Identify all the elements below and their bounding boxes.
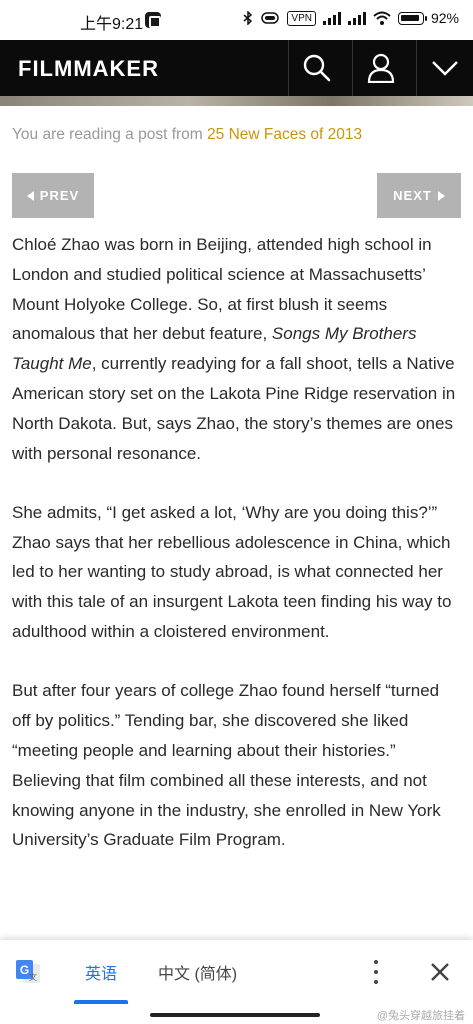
next-label: NEXT <box>393 188 432 203</box>
tab-target-language[interactable]: 中文 (简体) <box>158 940 237 1004</box>
next-button[interactable]: NEXT <box>377 173 461 218</box>
vibrate-icon <box>261 12 280 24</box>
site-logo[interactable]: FILMMAKER <box>18 56 159 82</box>
vpn-badge: VPN <box>287 10 316 26</box>
paragraph: She admits, “I get asked a lot, ‘Why are… <box>12 502 452 642</box>
status-time: 上午9:21 <box>80 16 144 33</box>
notification-icon <box>145 12 161 28</box>
battery-icon <box>397 11 427 25</box>
search-button[interactable] <box>288 40 344 96</box>
svg-text:G: G <box>20 963 29 977</box>
series-link[interactable]: 25 New Faces of 2013 <box>207 126 362 143</box>
signal-icon-2 <box>347 11 366 25</box>
hero-image-strip <box>0 96 473 106</box>
arrow-right-icon <box>437 190 445 201</box>
article-body: Chloé Zhao was born in Beijing, attended… <box>12 230 462 885</box>
google-translate-icon[interactable]: G 文 <box>14 958 42 986</box>
paragraph: But after four years of college Zhao fou… <box>12 681 441 850</box>
gesture-area: @兔头穿越旅挂着 <box>0 1004 473 1024</box>
translate-bar: G 文 英语 中文 (简体) <box>0 940 473 1004</box>
menu-button[interactable] <box>416 40 473 96</box>
site-header: FILMMAKER <box>0 40 473 96</box>
watermark: @兔头穿越旅挂着 <box>376 1010 465 1022</box>
paragraph: Chloé Zhao was born in Beijing, attended… <box>12 230 462 468</box>
prev-button[interactable]: PREV <box>12 173 94 218</box>
search-icon <box>303 54 330 82</box>
status-bar: 上午9:21 VPN 92% <box>0 0 473 40</box>
breadcrumb-prefix: You are reading a post from <box>12 126 203 143</box>
home-indicator[interactable] <box>150 1013 320 1017</box>
battery-level: 92% <box>430 10 459 26</box>
svg-text:文: 文 <box>29 972 37 982</box>
series-breadcrumb: You are reading a post from 25 New Faces… <box>12 126 362 144</box>
more-options-icon[interactable] <box>366 960 386 984</box>
wifi-icon <box>373 11 391 25</box>
prev-label: PREV <box>39 188 80 203</box>
chevron-down-icon <box>432 61 458 76</box>
signal-icon <box>322 11 341 25</box>
close-icon[interactable] <box>426 958 454 986</box>
arrow-left-icon <box>26 190 34 201</box>
bluetooth-icon <box>243 11 253 25</box>
account-button[interactable] <box>352 40 408 96</box>
tab-source-language[interactable]: 英语 <box>72 940 130 1004</box>
user-icon <box>367 53 394 83</box>
status-icons: VPN 92% <box>243 10 459 26</box>
